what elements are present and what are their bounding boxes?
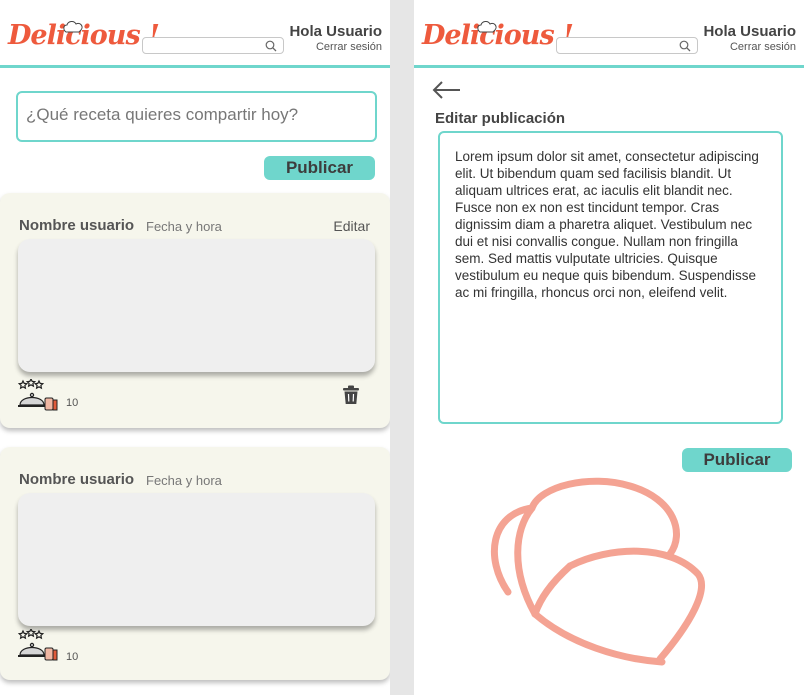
post-username[interactable]: Nombre usuario bbox=[19, 471, 134, 488]
edit-post-screen: Delicious ! Hola Usuario Cerrar sesión E… bbox=[414, 0, 804, 695]
post-date: Fecha y hora bbox=[146, 219, 222, 234]
chef-hat-icon bbox=[63, 21, 83, 33]
post-body-textarea[interactable]: Lorem ipsum dolor sit amet, consectetur … bbox=[438, 131, 783, 424]
post-image[interactable] bbox=[18, 239, 375, 372]
back-arrow-icon[interactable] bbox=[432, 80, 462, 100]
edit-post-title: Editar publicación bbox=[435, 110, 566, 127]
rating-count: 10 bbox=[66, 397, 79, 409]
post-image[interactable] bbox=[18, 493, 375, 626]
rating-count: 10 bbox=[66, 651, 79, 663]
compose-input[interactable]: ¿Qué receta quieres compartir hoy? bbox=[16, 91, 377, 142]
post-username[interactable]: Nombre usuario bbox=[19, 217, 134, 234]
compose-placeholder: ¿Qué receta quieres compartir hoy? bbox=[26, 105, 299, 124]
trash-icon[interactable] bbox=[342, 385, 360, 405]
app-header: Delicious ! Hola Usuario Cerrar sesión bbox=[414, 0, 804, 68]
publish-button[interactable]: Publicar bbox=[264, 156, 375, 180]
search-icon[interactable] bbox=[265, 40, 277, 52]
chef-hat-icon bbox=[490, 477, 705, 666]
post-card: Nombre usuario Fecha y hora Editar 10 bbox=[0, 193, 390, 428]
publish-button[interactable]: Publicar bbox=[682, 448, 792, 472]
post-body-text: Lorem ipsum dolor sit amet, consectetur … bbox=[455, 149, 759, 300]
edit-post-link[interactable]: Editar bbox=[333, 218, 370, 234]
rated-dish-icon[interactable] bbox=[17, 379, 61, 413]
logout-link[interactable]: Cerrar sesión bbox=[316, 41, 382, 53]
search-input[interactable] bbox=[556, 37, 698, 54]
app-header: Delicious ! Hola Usuario Cerrar sesión bbox=[0, 0, 390, 68]
search-input[interactable] bbox=[142, 37, 284, 54]
user-greeting: Hola Usuario bbox=[703, 23, 796, 40]
rated-dish-icon[interactable] bbox=[17, 629, 61, 663]
post-date: Fecha y hora bbox=[146, 473, 222, 488]
user-greeting: Hola Usuario bbox=[289, 23, 382, 40]
post-card: Nombre usuario Fecha y hora 10 bbox=[0, 447, 390, 680]
feed-screen: Delicious ! Hola Usuario Cerrar sesión ¿… bbox=[0, 0, 390, 695]
chef-hat-icon bbox=[477, 21, 497, 33]
search-icon[interactable] bbox=[679, 40, 691, 52]
logout-link[interactable]: Cerrar sesión bbox=[730, 41, 796, 53]
